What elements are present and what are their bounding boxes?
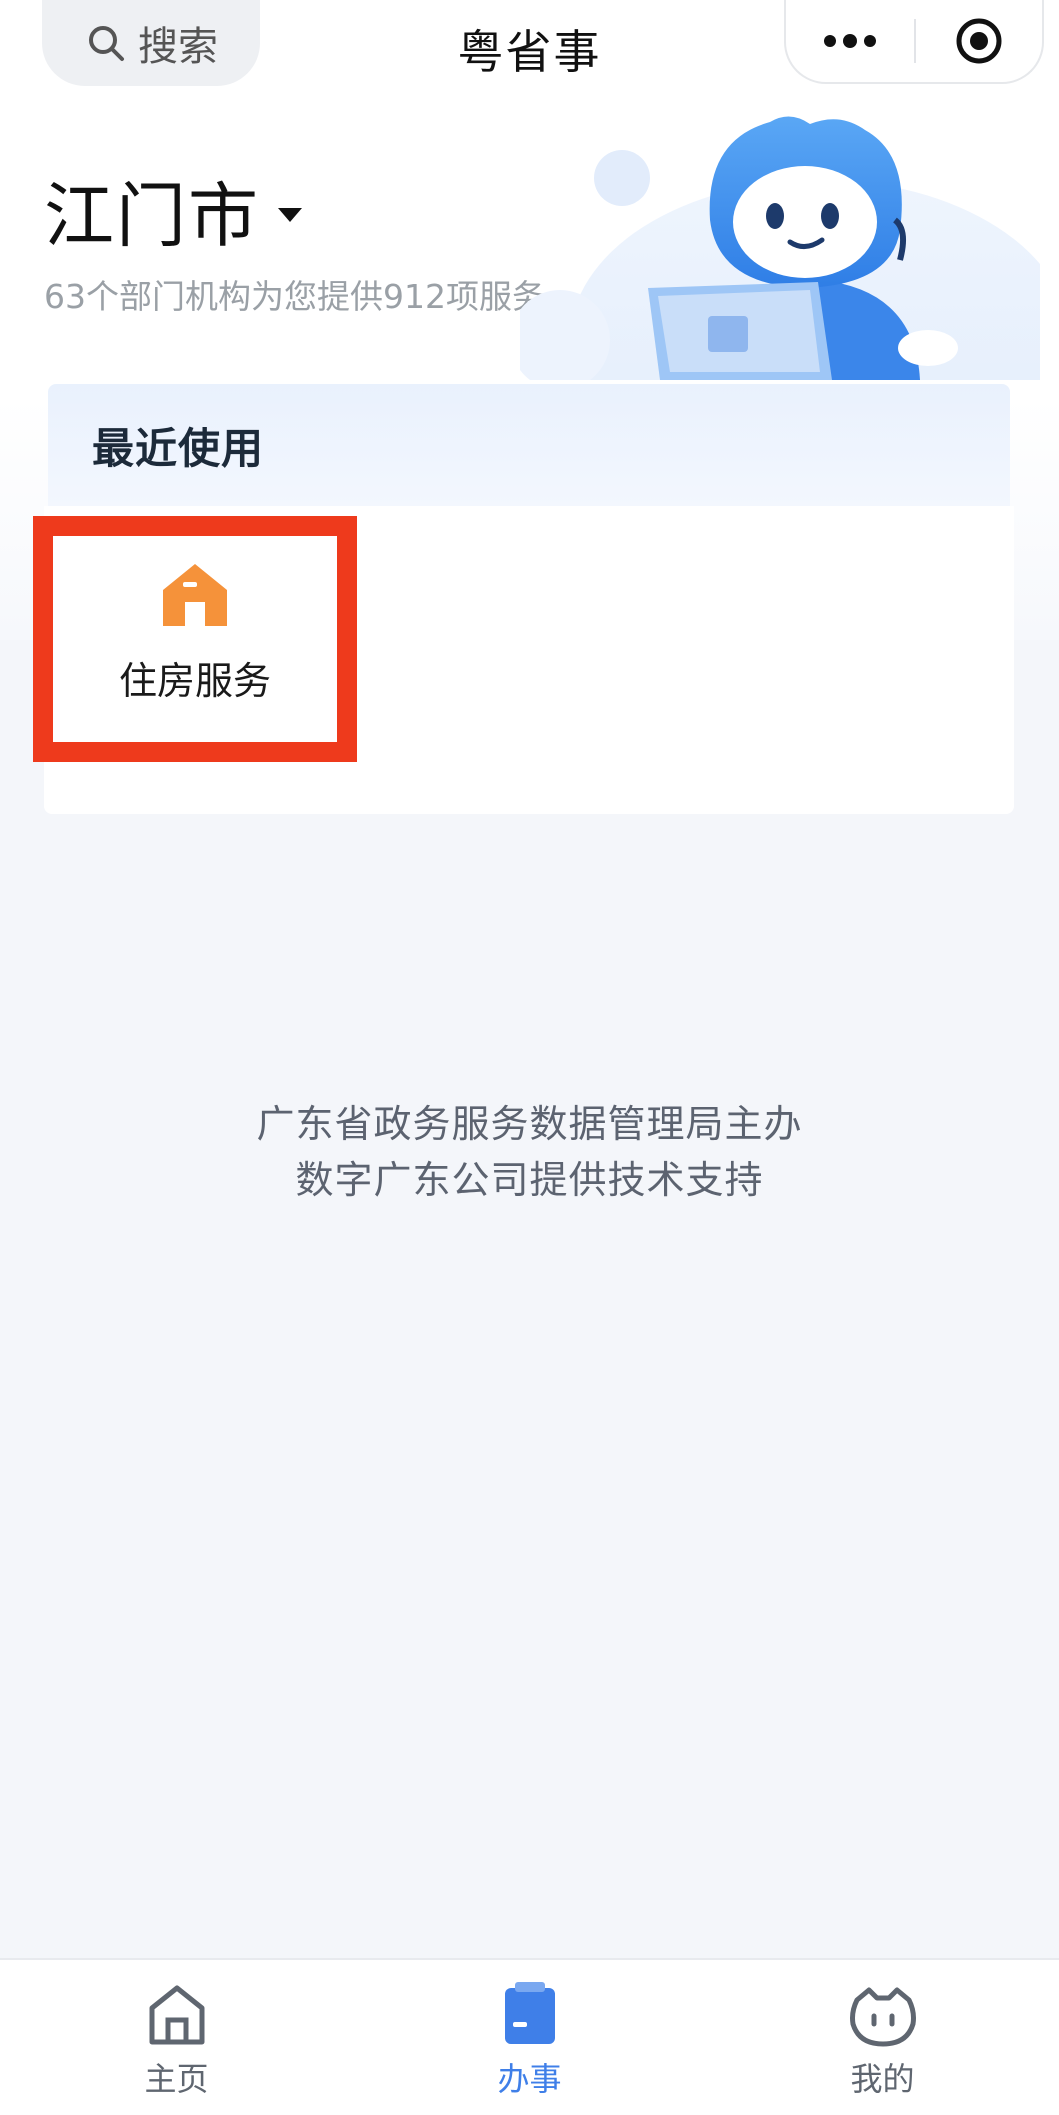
miniprogram-capsule [784,0,1044,84]
city-name: 江门市 [44,175,260,257]
tab-profile[interactable]: 我的 [706,1960,1059,2115]
city-selector[interactable]: 江门市 [44,160,302,261]
recent-header: 最近使用 [48,384,1010,506]
caret-down-icon [278,207,302,222]
footer-credits: 广东省政务服务数据管理局主办 数字广东公司提供技术支持 [0,1096,1059,1208]
more-dots-icon [824,34,876,48]
home-icon [149,1985,204,2045]
profile-icon [849,1987,916,2047]
tab-home[interactable]: 主页 [0,1960,353,2115]
credits-line-1: 广东省政务服务数据管理局主办 [256,1102,803,1146]
tab-profile-label: 我的 [850,2060,915,2098]
close-miniprogram-button[interactable] [916,0,1042,83]
target-icon [956,18,1002,64]
service-summary: 63个部门机构为您提供912项服务 [44,277,545,316]
mascot-illustration [520,116,1040,380]
more-button[interactable] [786,0,914,83]
clipboard-icon [504,1982,555,2044]
credits-line-2: 数字广东公司提供技术支持 [295,1158,764,1202]
page: 搜索 粤省事 江门市 63个部门机构为您提供912项服务 最近使用 住房服务 广… [0,0,1059,2115]
tab-services[interactable]: 办事 [353,1960,706,2115]
tab-bar: 主页 办事 我的 [0,1958,1059,2115]
tab-home-label: 主页 [144,2060,209,2098]
recent-title: 最近使用 [92,423,265,473]
tab-services-label: 办事 [497,2060,562,2098]
highlight-box [33,516,357,762]
